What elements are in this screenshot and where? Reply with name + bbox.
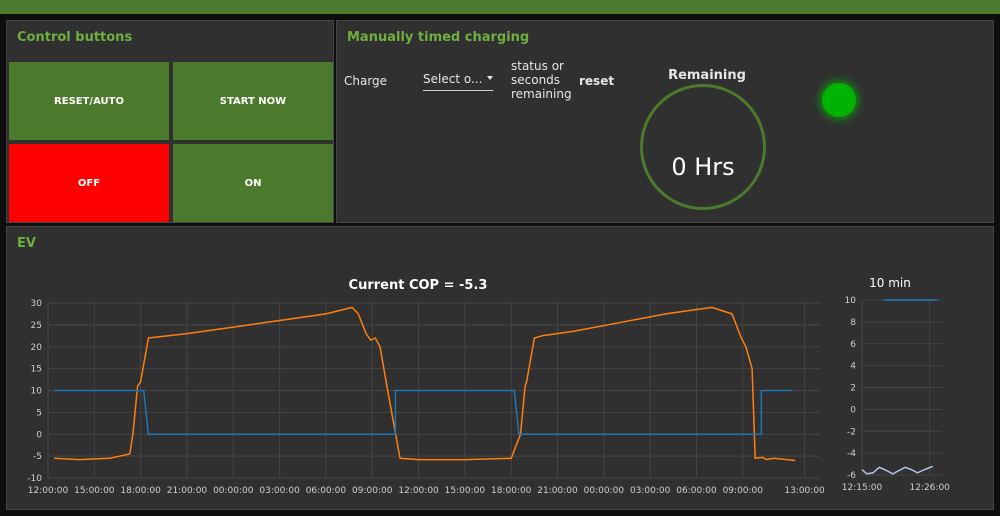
manual-charging-panel: Manually timed charging Charge Select o.… (336, 20, 994, 223)
manual-charging-title: Manually timed charging (347, 30, 530, 45)
reset-status-value: reset (579, 74, 615, 88)
remaining-title: Remaining (668, 68, 746, 83)
off-button[interactable]: OFF (9, 144, 169, 222)
start-now-button[interactable]: START NOW (173, 62, 333, 140)
on-button[interactable]: ON (173, 144, 333, 222)
control-buttons-panel: Control buttons RESET/AUTO START NOW OFF… (6, 20, 334, 223)
ev-title: EV (17, 236, 36, 251)
ev-panel: EV (6, 226, 994, 510)
charge-select-value: Select o... (423, 72, 483, 86)
charge-select-dropdown[interactable]: Select o... (423, 72, 493, 91)
top-header-bar (0, 0, 1000, 14)
chevron-down-icon (487, 76, 493, 80)
remaining-gauge (640, 84, 766, 210)
remaining-value: 0 Hrs (671, 153, 735, 181)
reset-auto-button[interactable]: RESET/AUTO (9, 62, 169, 140)
charge-label: Charge (344, 74, 388, 88)
status-seconds-label: status or seconds remaining (511, 59, 572, 101)
control-buttons-title: Control buttons (17, 30, 133, 45)
status-led-indicator (822, 83, 856, 117)
